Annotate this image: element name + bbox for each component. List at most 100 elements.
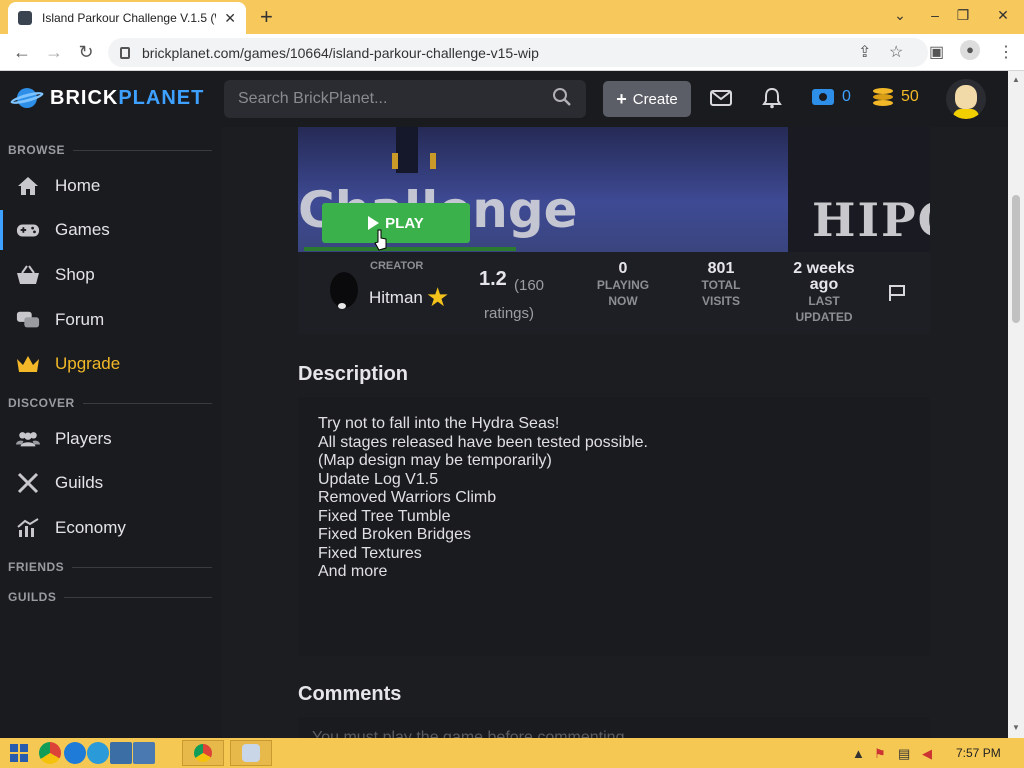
create-label: Create [632, 90, 678, 108]
updated-label: LAST UPDATED [795, 294, 853, 324]
creator-label: CREATOR [370, 260, 424, 272]
playing-label: PLAYING NOW [596, 278, 650, 308]
credits-amount: 0 [842, 88, 851, 105]
sidebar-item-forum[interactable]: Forum [0, 300, 222, 340]
taskbar-app[interactable] [230, 740, 272, 766]
sidebar-item-players[interactable]: Players [0, 419, 222, 459]
swords-icon [16, 472, 40, 494]
tray-device-icon[interactable]: ▤ [898, 746, 910, 762]
sidebar-item-games[interactable]: Games [0, 210, 222, 250]
bits-balance[interactable]: 50 [873, 88, 919, 106]
new-tab-button[interactable]: + [260, 4, 273, 30]
sidebar-item-label: Economy [55, 518, 126, 537]
description-line: Removed Warriors Climb [318, 489, 497, 506]
game-stats-bar: CREATOR Hitman ★ 1.2 (160 ratings) 0 PLA… [298, 252, 930, 334]
comments-heading: Comments [298, 683, 402, 705]
share-icon[interactable]: ⇪ [858, 42, 871, 62]
sidebar-item-upgrade[interactable]: Upgrade [0, 344, 222, 384]
sidebar-item-home[interactable]: Home [0, 166, 222, 206]
report-flag-icon[interactable] [888, 284, 906, 302]
rating-count: (160 ratings) [484, 277, 545, 322]
back-icon[interactable]: ← [10, 40, 34, 64]
create-button[interactable]: + Create [603, 81, 691, 117]
description-line: Fixed Broken Bridges [318, 526, 471, 543]
comment-box[interactable]: You must play the game before commenting [298, 717, 930, 738]
search-input[interactable]: Search BrickPlanet... [238, 90, 552, 108]
windows-start-icon[interactable] [10, 744, 28, 767]
users-icon [16, 428, 40, 450]
comment-placeholder: You must play the game before commenting [312, 729, 625, 738]
ie-icon[interactable] [64, 742, 86, 764]
description-line: (Map design may be temporarily) [318, 452, 552, 469]
bookmark-star-icon[interactable]: ☆ [889, 42, 903, 62]
visits-value: 801 [707, 260, 735, 277]
tab-close-icon[interactable]: ✕ [224, 10, 236, 27]
edge-icon[interactable] [87, 742, 109, 764]
description-line: And more [318, 563, 388, 580]
windows-taskbar: ▲ ⚑ ▤ ◀ 7:57 PM [0, 738, 1024, 768]
browser-tab[interactable]: Island Parkour Challenge V.1.5 (W ✕ [8, 2, 246, 34]
logo-text-planet: PLANET [118, 86, 205, 109]
home-icon [16, 175, 40, 197]
main-content: Challenge HIPC PLAY CREATOR Hitman ★ 1.2… [222, 127, 1008, 738]
page-scrollbar[interactable]: ▲ ▼ [1008, 71, 1024, 738]
search-bar[interactable]: Search BrickPlanet... [224, 80, 586, 118]
play-button[interactable]: PLAY [322, 203, 470, 243]
forward-icon[interactable]: → [42, 40, 66, 64]
address-bar[interactable]: brickplanet.com/games/10664/island-parko… [108, 38, 928, 67]
browser-titlebar: Island Parkour Challenge V.1.5 (W ✕ + ⌄ … [0, 0, 1024, 34]
network-app-icon[interactable] [133, 742, 155, 764]
tray-expand-icon[interactable]: ▲ [852, 746, 865, 761]
chrome-quicklaunch-icon[interactable] [39, 742, 61, 764]
creator-avatar[interactable] [326, 270, 362, 314]
description-box: Try not to fall into the Hydra Seas! All… [298, 397, 930, 656]
crown-icon [16, 353, 40, 375]
star-icon: ★ [426, 282, 450, 312]
planet-logo-icon [9, 85, 45, 111]
sidebar: BROWSE Home Games Shop Forum Upgrade DIS… [0, 127, 222, 738]
scrollbar-thumb[interactable] [1012, 195, 1020, 323]
user-avatar[interactable] [946, 79, 986, 119]
play-icon [368, 216, 380, 230]
sidebar-section-guilds[interactable]: GUILDS [8, 590, 212, 604]
chrome-icon [194, 744, 212, 762]
close-window-button[interactable]: ✕ [986, 0, 1020, 30]
sidebar-item-guilds[interactable]: Guilds [0, 463, 222, 503]
stat-updated: 2 weeks ago LAST UPDATED [782, 261, 866, 325]
restore-button[interactable]: ❐ [946, 0, 980, 30]
taskbar-chrome-app[interactable] [182, 740, 224, 766]
scroll-down-icon[interactable]: ▼ [1012, 723, 1020, 732]
search-icon[interactable] [552, 87, 586, 112]
computer-icon[interactable] [110, 742, 132, 764]
sidebar-item-label: Guilds [55, 473, 104, 492]
menu-kebab-icon[interactable]: ⋮ [998, 42, 1014, 62]
reload-icon[interactable]: ↻ [74, 40, 98, 64]
sidebar-item-label: Games [55, 220, 110, 239]
play-progress-bar [304, 247, 516, 251]
profile-icon[interactable]: ● [960, 40, 980, 60]
chart-icon [16, 517, 40, 539]
bell-icon[interactable] [762, 87, 782, 114]
brickplanet-logo[interactable]: BRICKPLANET [9, 85, 205, 111]
creator-name-link[interactable]: Hitman [369, 288, 423, 307]
volume-muted-icon[interactable]: ◀ [922, 746, 932, 762]
mail-icon[interactable] [710, 89, 732, 112]
stat-visits: 801 TOTAL VISITS [683, 261, 759, 309]
sidebar-item-economy[interactable]: Economy [0, 508, 222, 548]
url-text: brickplanet.com/games/10664/island-parko… [142, 44, 539, 61]
lock-icon [120, 46, 130, 59]
sidebar-item-shop[interactable]: Shop [0, 255, 222, 295]
visits-label: TOTAL VISITS [701, 278, 741, 308]
logo-text-brick: BRICK [50, 86, 119, 109]
sidebar-section-friends[interactable]: FRIENDS [8, 560, 212, 574]
side-panel-icon[interactable]: ▣ [929, 42, 944, 62]
description-line: Try not to fall into the Hydra Seas! [318, 415, 560, 432]
scroll-up-icon[interactable]: ▲ [1012, 75, 1020, 84]
description-line: Fixed Textures [318, 544, 422, 562]
sidebar-section-discover: DISCOVER [8, 396, 212, 410]
credits-icon [812, 89, 834, 105]
network-warning-icon[interactable]: ⚑ [874, 746, 886, 762]
tab-search-icon[interactable]: ⌄ [883, 0, 917, 30]
credits-balance[interactable]: 0 [812, 88, 851, 106]
taskbar-clock[interactable]: 7:57 PM [956, 746, 1001, 760]
